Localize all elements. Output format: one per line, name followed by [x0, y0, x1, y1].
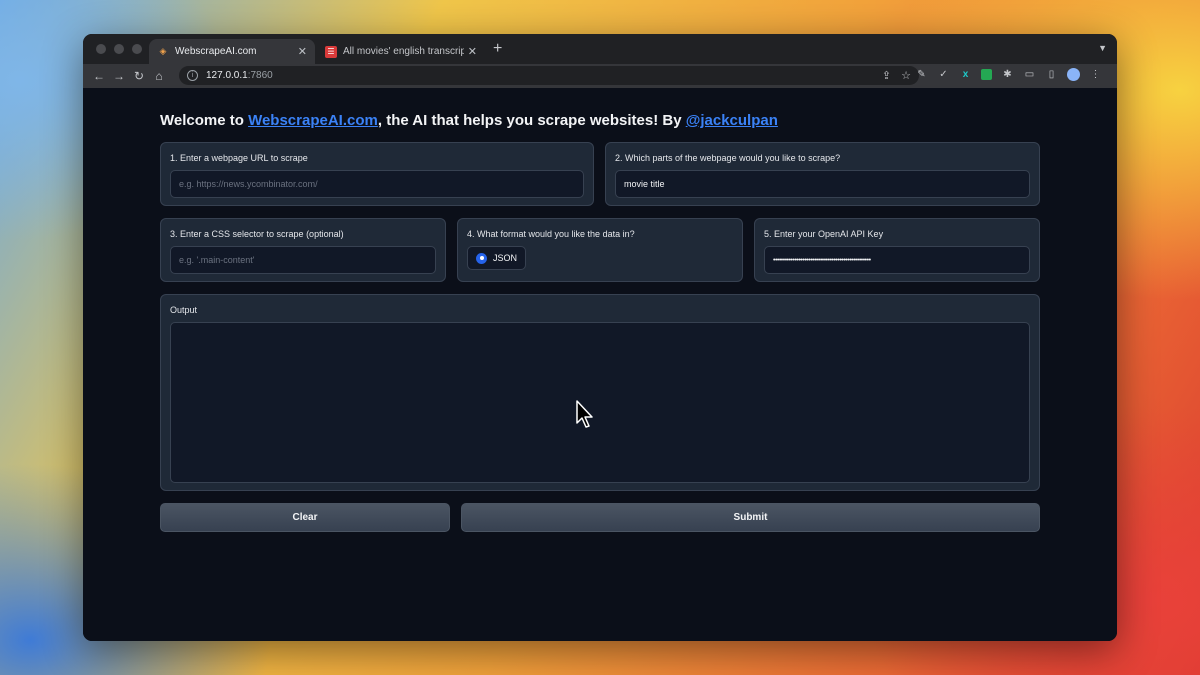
heading-prefix: Welcome to — [160, 112, 249, 129]
json-radio-option[interactable]: JSON — [467, 246, 527, 270]
window-controls — [96, 44, 142, 54]
parts-label: 2. Which parts of the webpage would you … — [615, 153, 841, 163]
output-label: Output — [170, 305, 198, 315]
tab-bar: ◈ WebscrapeAI.com ✕ ☰ All movies' englis… — [83, 34, 1117, 64]
url-block: 1. Enter a webpage URL to scrape e.g. ht… — [160, 142, 594, 206]
chevron-down-icon[interactable]: ▼ — [1098, 43, 1107, 53]
tab-title: WebscrapeAI.com — [175, 46, 257, 57]
share-icon[interactable]: ⇪ — [882, 69, 891, 82]
tab-transcripts[interactable]: ☰ All movies' english transcripts ✕ — [317, 39, 485, 64]
submit-button[interactable]: Submit — [461, 503, 1040, 532]
url-port: :7860 — [247, 70, 273, 81]
format-block: 4. What format would you like the data i… — [457, 218, 743, 282]
extensions-area: ✎ ✓ x ✱ ▭ ▯ ⋮ — [915, 68, 1102, 81]
x-extension-icon[interactable]: x — [959, 68, 972, 81]
css-selector-block: 3. Enter a CSS selector to scrape (optio… — [160, 218, 446, 282]
zoom-window-button[interactable] — [132, 44, 142, 54]
api-key-input[interactable]: ••••••••••••••••••••••••••••••••••••••••… — [764, 246, 1030, 274]
radio-selected-icon[interactable] — [476, 252, 487, 264]
address-bar[interactable]: i 127.0.0.1:7860 ⇪ ☆ — [179, 66, 919, 85]
webscrapeai-link[interactable]: WebscrapeAI.com — [248, 112, 378, 129]
tab-title: All movies' english transcripts — [343, 46, 464, 57]
output-textarea[interactable] — [170, 322, 1030, 483]
page-title: Welcome to WebscrapeAI.com, the AI that … — [160, 112, 778, 129]
css-selector-input[interactable]: e.g. '.main-content' — [170, 246, 436, 274]
clear-button[interactable]: Clear — [160, 503, 450, 532]
author-link[interactable]: @jackculpan — [686, 112, 778, 129]
output-block: Output — [160, 294, 1040, 491]
css-selector-label: 3. Enter a CSS selector to scrape (optio… — [170, 229, 344, 239]
forward-arrow-icon[interactable]: → — [109, 69, 129, 83]
parts-block: 2. Which parts of the webpage would you … — [605, 142, 1040, 206]
profile-avatar-icon[interactable] — [1067, 68, 1080, 81]
close-window-button[interactable] — [96, 44, 106, 54]
cast-icon[interactable]: ▭ — [1023, 68, 1036, 81]
green-extension-icon[interactable] — [981, 69, 992, 80]
json-option-label: JSON — [493, 253, 518, 263]
url-input[interactable]: e.g. https://news.ycombinator.com/ — [170, 170, 584, 198]
browser-window: ◈ WebscrapeAI.com ✕ ☰ All movies' englis… — [83, 34, 1117, 641]
home-icon[interactable]: ⌂ — [149, 69, 169, 83]
back-arrow-icon[interactable]: ← — [89, 69, 109, 83]
list-icon: ☰ — [325, 45, 337, 58]
url-host: 127.0.0.1 — [206, 70, 248, 81]
url-label: 1. Enter a webpage URL to scrape — [170, 153, 308, 163]
browser-toolbar: ← → ↻ ⌂ i 127.0.0.1:7860 ⇪ ☆ ✎ ✓ x ✱ ▭ ▯… — [83, 64, 1117, 88]
layers-icon: ◈ — [159, 46, 167, 56]
format-label: 4. What format would you like the data i… — [467, 229, 635, 239]
api-key-label: 5. Enter your OpenAI API Key — [764, 229, 884, 239]
heading-middle: , the AI that helps you scrape websites!… — [377, 112, 686, 129]
minimize-window-button[interactable] — [114, 44, 124, 54]
new-tab-button[interactable]: + — [493, 40, 502, 58]
puzzle-icon[interactable]: ✱ — [1001, 68, 1014, 81]
api-key-block: 5. Enter your OpenAI API Key •••••••••••… — [754, 218, 1040, 282]
mouse-cursor-icon — [576, 400, 593, 428]
bookmark-star-icon[interactable]: ☆ — [901, 69, 911, 82]
parts-input[interactable]: movie title — [615, 170, 1030, 198]
info-icon[interactable]: i — [187, 70, 198, 81]
menu-dots-icon[interactable]: ⋮ — [1089, 68, 1102, 81]
tab-webscrapeai[interactable]: ◈ WebscrapeAI.com ✕ — [149, 39, 315, 64]
bird-extension-icon[interactable]: ✓ — [937, 68, 950, 81]
close-tab-icon[interactable]: ✕ — [298, 45, 307, 58]
close-tab-icon[interactable]: ✕ — [468, 45, 477, 58]
side-panel-icon[interactable]: ▯ — [1045, 68, 1058, 81]
reload-icon[interactable]: ↻ — [129, 69, 149, 83]
app-page: Welcome to WebscrapeAI.com, the AI that … — [83, 88, 1117, 641]
pen-extension-icon[interactable]: ✎ — [915, 68, 928, 81]
